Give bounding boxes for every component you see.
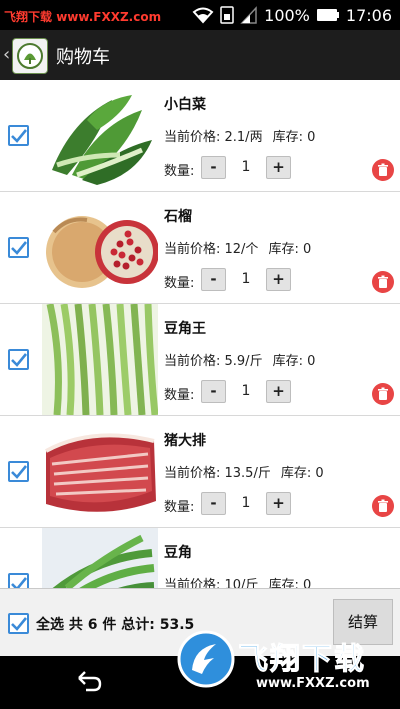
increase-quantity-button[interactable]: + xyxy=(266,492,291,515)
brand-url: www.FXXZ.com xyxy=(256,676,370,691)
product-name: 豆角王 xyxy=(164,321,206,337)
stock-label: 库存: 0 xyxy=(268,578,312,588)
price-label: 当前价格: 13.5/斤 xyxy=(164,466,271,481)
battery-percent: 100% xyxy=(264,5,310,25)
watermark-url: www.FXXZ.com xyxy=(56,10,162,24)
price-stock-line: 当前价格: 5.9/斤 库存: 0 xyxy=(164,350,315,369)
cart-item: 豆角王 当前价格: 5.9/斤 库存: 0 数量: - 1 + xyxy=(0,304,400,416)
item-checkbox[interactable] xyxy=(8,573,29,588)
delete-icon[interactable] xyxy=(372,159,394,181)
cart-list[interactable]: 小白菜 当前价格: 2.1/两 库存: 0 数量: - 1 + 石榴 当前价格:… xyxy=(0,80,400,588)
cart-item: 豆角 当前价格: 10/斤 库存: 0 xyxy=(0,528,400,588)
cart-item: 猪大排 当前价格: 13.5/斤 库存: 0 数量: - 1 + xyxy=(0,416,400,528)
price-label: 当前价格: 5.9/斤 xyxy=(164,354,263,369)
status-icons: 100% 17:06 xyxy=(192,5,392,25)
brand-name: 飞翔下载 xyxy=(238,642,366,678)
quantity-value: 1 xyxy=(241,271,251,287)
price-label: 当前价格: 10/斤 xyxy=(164,578,259,588)
increase-quantity-button[interactable]: + xyxy=(266,156,291,179)
decrease-quantity-button[interactable]: - xyxy=(201,380,226,403)
price-label: 当前价格: 2.1/两 xyxy=(164,130,263,145)
price-stock-line: 当前价格: 12/个 库存: 0 xyxy=(164,238,311,257)
product-image-green-beans xyxy=(42,304,158,415)
product-image-pomegranate xyxy=(42,192,158,303)
increase-quantity-button[interactable]: + xyxy=(266,268,291,291)
price-stock-line: 当前价格: 2.1/两 库存: 0 xyxy=(164,126,315,145)
sim-icon xyxy=(220,6,234,24)
decrease-quantity-button[interactable]: - xyxy=(201,268,226,291)
price-label: 当前价格: 12/个 xyxy=(164,242,259,257)
product-image-pork-ribs xyxy=(42,416,158,527)
price-stock-line: 当前价格: 10/斤 库存: 0 xyxy=(164,574,311,588)
stock-label: 库存: 0 xyxy=(272,130,316,145)
price-stock-line: 当前价格: 13.5/斤 库存: 0 xyxy=(164,462,324,481)
item-checkbox[interactable] xyxy=(8,461,29,482)
quantity-value: 1 xyxy=(241,159,251,175)
cart-summary: 全选 共 6 件 总计: 53.5 xyxy=(36,617,195,633)
select-all-checkbox[interactable] xyxy=(8,613,29,634)
delete-icon[interactable] xyxy=(372,495,394,517)
clock: 17:06 xyxy=(345,5,392,25)
signal-icon xyxy=(240,6,258,24)
watermark-brand: 飞翔下载 xyxy=(4,10,53,24)
nav-back-icon[interactable] xyxy=(76,670,102,696)
decrease-quantity-button[interactable]: - xyxy=(201,156,226,179)
cart-item: 小白菜 当前价格: 2.1/两 库存: 0 数量: - 1 + xyxy=(0,80,400,192)
quantity-label: 数量: xyxy=(164,276,195,291)
quantity-label: 数量: xyxy=(164,500,195,515)
stock-label: 库存: 0 xyxy=(272,354,316,369)
battery-icon xyxy=(316,8,340,22)
delete-icon[interactable] xyxy=(372,271,394,293)
stock-label: 库存: 0 xyxy=(280,466,324,481)
quantity-value: 1 xyxy=(241,495,251,511)
cart-item: 石榴 当前价格: 12/个 库存: 0 数量: - 1 + xyxy=(0,192,400,304)
item-checkbox[interactable] xyxy=(8,349,29,370)
watermark-text: 飞翔下载 www.FXXZ.com xyxy=(4,8,161,25)
stock-label: 库存: 0 xyxy=(268,242,312,257)
delete-icon[interactable] xyxy=(372,383,394,405)
back-chevron-icon[interactable]: ‹ xyxy=(3,44,10,65)
product-name: 石榴 xyxy=(164,209,192,225)
quantity-label: 数量: xyxy=(164,388,195,403)
product-image-beans xyxy=(42,528,158,588)
product-name: 猪大排 xyxy=(164,433,206,449)
decrease-quantity-button[interactable]: - xyxy=(201,492,226,515)
item-checkbox[interactable] xyxy=(8,237,29,258)
item-checkbox[interactable] xyxy=(8,125,29,146)
page-title: 购物车 xyxy=(56,47,110,68)
brand-watermark: 飞翔下载 www.FXXZ.com xyxy=(176,628,386,698)
product-name: 豆角 xyxy=(164,545,192,561)
quantity-label: 数量: xyxy=(164,164,195,179)
brand-logo-icon xyxy=(176,628,236,694)
wifi-icon xyxy=(192,6,214,24)
product-image-bok-choy xyxy=(42,80,158,191)
product-name: 小白菜 xyxy=(164,97,206,113)
quantity-value: 1 xyxy=(241,383,251,399)
status-bar: 飞翔下载 www.FXXZ.com 100% 17:06 xyxy=(0,0,400,30)
increase-quantity-button[interactable]: + xyxy=(266,380,291,403)
app-logo-icon[interactable] xyxy=(12,38,48,74)
action-bar: ‹ 购物车 xyxy=(0,30,400,80)
